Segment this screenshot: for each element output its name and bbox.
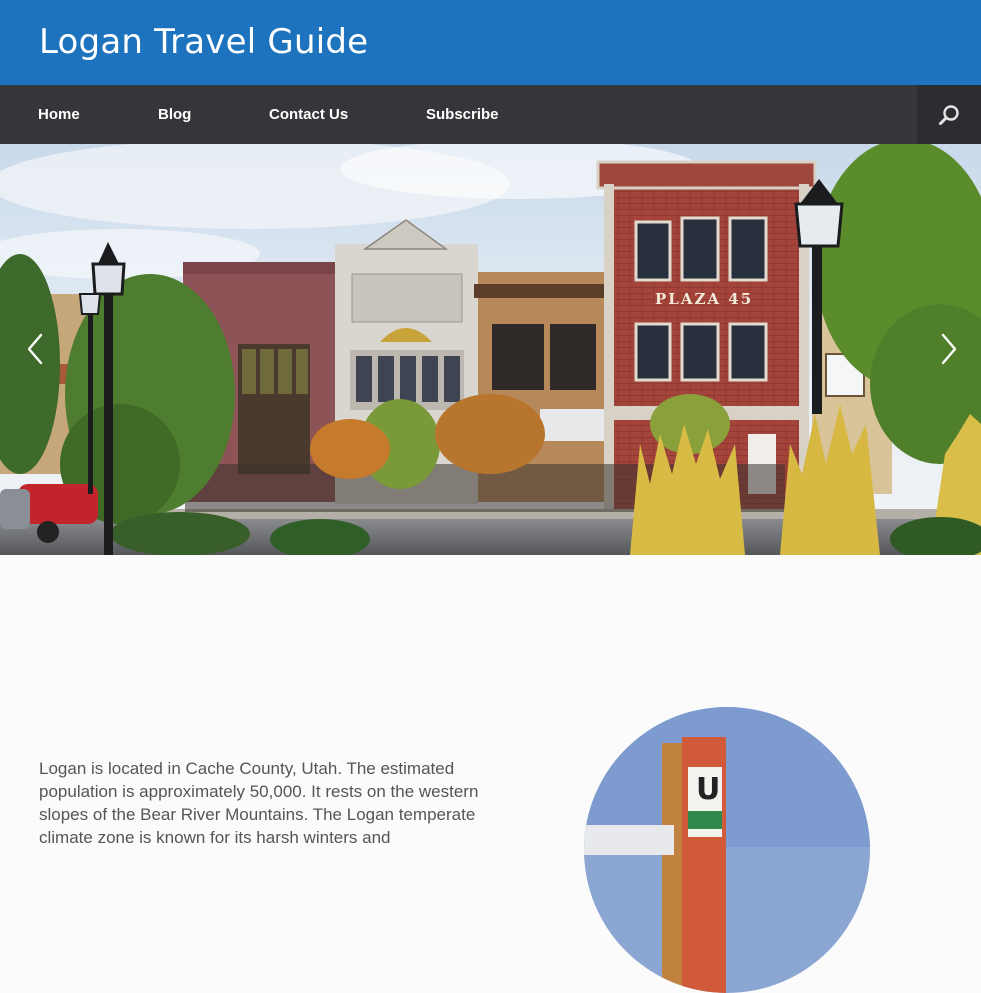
intro-paragraph: Logan is located in Cache County, Utah. … <box>39 759 479 847</box>
round-feature-photo: U <box>584 707 870 993</box>
photo-sign-letter: U <box>696 772 720 807</box>
site-title[interactable]: Logan Travel Guide <box>39 22 368 62</box>
site-header: Logan Travel Guide <box>0 0 981 85</box>
nav-item-home[interactable]: Home <box>38 85 80 144</box>
hero-image: PLAZA 45 1984 <box>0 144 981 555</box>
nav-item-subscribe[interactable]: Subscribe <box>426 85 499 144</box>
nav-item-contact-us[interactable]: Contact Us <box>269 85 348 144</box>
plaza-sign: PLAZA 45 <box>655 290 753 308</box>
slider-next-button[interactable] <box>934 329 964 369</box>
search-icon <box>939 104 959 125</box>
main-content: Logan is located in Cache County, Utah. … <box>0 555 981 993</box>
search-button[interactable] <box>917 85 981 144</box>
hero-slider: PLAZA 45 1984 <box>0 144 981 555</box>
nav-item-blog[interactable]: Blog <box>158 85 191 144</box>
chevron-right-icon <box>941 333 957 365</box>
chevron-left-icon <box>27 333 43 365</box>
main-navigation: Home Blog Contact Us Subscribe <box>0 85 981 144</box>
slider-prev-button[interactable] <box>20 329 50 369</box>
feature-photo-image: U <box>584 707 870 993</box>
